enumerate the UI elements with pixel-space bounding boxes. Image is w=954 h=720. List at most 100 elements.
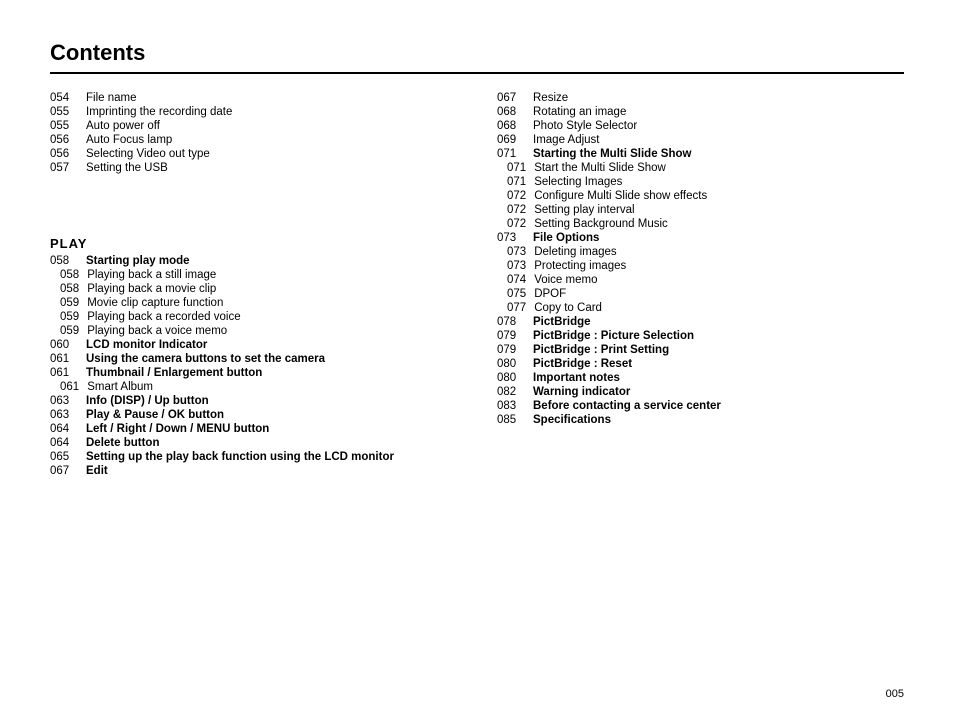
left-column: 054File name 055Imprinting the recording … [50, 92, 457, 479]
entry-text: Movie clip capture function [87, 297, 457, 309]
list-item: 055Auto power off [50, 120, 457, 132]
entry-number: 056 [50, 148, 86, 160]
page-title: Contents [50, 40, 904, 66]
entry-text: Playing back a movie clip [87, 283, 457, 295]
list-item: 054File name [50, 92, 457, 104]
list-item: 063Info (DISP) / Up button [50, 395, 457, 407]
page-number: 005 [886, 688, 904, 700]
entry-text: Starting the Multi Slide Show [533, 148, 904, 160]
list-item: 082Warning indicator [497, 386, 904, 398]
entry-text: Selecting Video out type [86, 148, 457, 160]
list-item: 071Starting the Multi Slide Show [497, 148, 904, 160]
entry-number: 073 [497, 232, 533, 244]
entry-text: Thumbnail / Enlargement button [86, 367, 457, 379]
entry-text: PictBridge : Reset [533, 358, 904, 370]
content-grid: 054File name 055Imprinting the recording … [50, 92, 904, 479]
entry-number: 072 [497, 190, 534, 202]
entry-number: 061 [50, 353, 86, 365]
entry-text: PictBridge [533, 316, 904, 328]
entry-number: 067 [497, 92, 533, 104]
entry-text: PictBridge : Picture Selection [533, 330, 904, 342]
entry-number: 063 [50, 395, 86, 407]
entry-text: Playing back a voice memo [87, 325, 457, 337]
entry-number: 059 [50, 297, 87, 309]
entry-number: 068 [497, 106, 533, 118]
list-item: 079PictBridge : Picture Selection [497, 330, 904, 342]
entry-text: Playing back a still image [87, 269, 457, 281]
list-item: 061Thumbnail / Enlargement button [50, 367, 457, 379]
entry-number: 073 [497, 260, 534, 272]
entry-number: 082 [497, 386, 533, 398]
right-column: 067Resize068Rotating an image068Photo St… [497, 92, 904, 479]
entry-number: 071 [497, 162, 534, 174]
list-item: 074Voice memo [497, 274, 904, 286]
entry-number: 067 [50, 465, 86, 477]
entry-number: 075 [497, 288, 534, 300]
entry-text: Warning indicator [533, 386, 904, 398]
list-item: 058Playing back a still image [50, 269, 457, 281]
entry-number: 071 [497, 176, 534, 188]
list-item: 071Start the Multi Slide Show [497, 162, 904, 174]
entry-number: 064 [50, 437, 86, 449]
entry-number: 056 [50, 134, 86, 146]
list-item: 061Smart Album [50, 381, 457, 393]
entry-number: 083 [497, 400, 533, 412]
entry-number: 079 [497, 344, 533, 356]
entry-number: 057 [50, 162, 86, 174]
entry-number: 078 [497, 316, 533, 328]
entry-number: 058 [50, 255, 86, 267]
entry-text: Info (DISP) / Up button [86, 395, 457, 407]
list-item: 061Using the camera buttons to set the c… [50, 353, 457, 365]
entry-number: 077 [497, 302, 534, 314]
entry-number: 059 [50, 311, 87, 323]
list-item: 056Selecting Video out type [50, 148, 457, 160]
list-item: 085Specifications [497, 414, 904, 426]
play-entries: 058Starting play mode058Playing back a s… [50, 255, 457, 477]
top-entries: 054File name 055Imprinting the recording … [50, 92, 457, 176]
list-item: 055Imprinting the recording date [50, 106, 457, 118]
entry-text: Selecting Images [534, 176, 904, 188]
list-item: 069Image Adjust [497, 134, 904, 146]
entry-number: 073 [497, 246, 534, 258]
entry-text: Setting up the play back function using … [86, 451, 457, 463]
list-item: 080Important notes [497, 372, 904, 384]
entry-number: 059 [50, 325, 87, 337]
entry-number: 079 [497, 330, 533, 342]
entry-number: 055 [50, 120, 86, 132]
entry-number: 080 [497, 358, 533, 370]
entry-text: Specifications [533, 414, 904, 426]
entry-number: 058 [50, 269, 87, 281]
entry-text: DPOF [534, 288, 904, 300]
entry-number: 060 [50, 339, 86, 351]
entry-number: 074 [497, 274, 534, 286]
play-section: PLAY 058Starting play mode058Playing bac… [50, 236, 457, 479]
list-item: 072Configure Multi Slide show effects [497, 190, 904, 202]
entry-text: LCD monitor Indicator [86, 339, 457, 351]
list-item: 058Starting play mode [50, 255, 457, 267]
list-item: 073Protecting images [497, 260, 904, 272]
entry-number: 068 [497, 120, 533, 132]
entry-text: Configure Multi Slide show effects [534, 190, 904, 202]
entry-text: Setting the USB [86, 162, 457, 174]
entry-number: 080 [497, 372, 533, 384]
entry-text: Auto power off [86, 120, 457, 132]
spacer-before-play [50, 176, 457, 236]
entry-number: 071 [497, 148, 533, 160]
entry-text: Smart Album [87, 381, 457, 393]
entry-text: Using the camera buttons to set the came… [86, 353, 457, 365]
list-item: 079PictBridge : Print Setting [497, 344, 904, 356]
entry-number: 063 [50, 409, 86, 421]
list-item: 058Playing back a movie clip [50, 283, 457, 295]
entry-number: 085 [497, 414, 533, 426]
entry-text: Important notes [533, 372, 904, 384]
list-item: 071Selecting Images [497, 176, 904, 188]
list-item: 083Before contacting a service center [497, 400, 904, 412]
right-entries: 067Resize068Rotating an image068Photo St… [497, 92, 904, 428]
list-item: 059Movie clip capture function [50, 297, 457, 309]
list-item: 064Delete button [50, 437, 457, 449]
entry-text: File name [86, 92, 457, 104]
list-item: 064Left / Right / Down / MENU button [50, 423, 457, 435]
list-item: 073File Options [497, 232, 904, 244]
entry-text: Voice memo [534, 274, 904, 286]
entry-number: 061 [50, 381, 87, 393]
